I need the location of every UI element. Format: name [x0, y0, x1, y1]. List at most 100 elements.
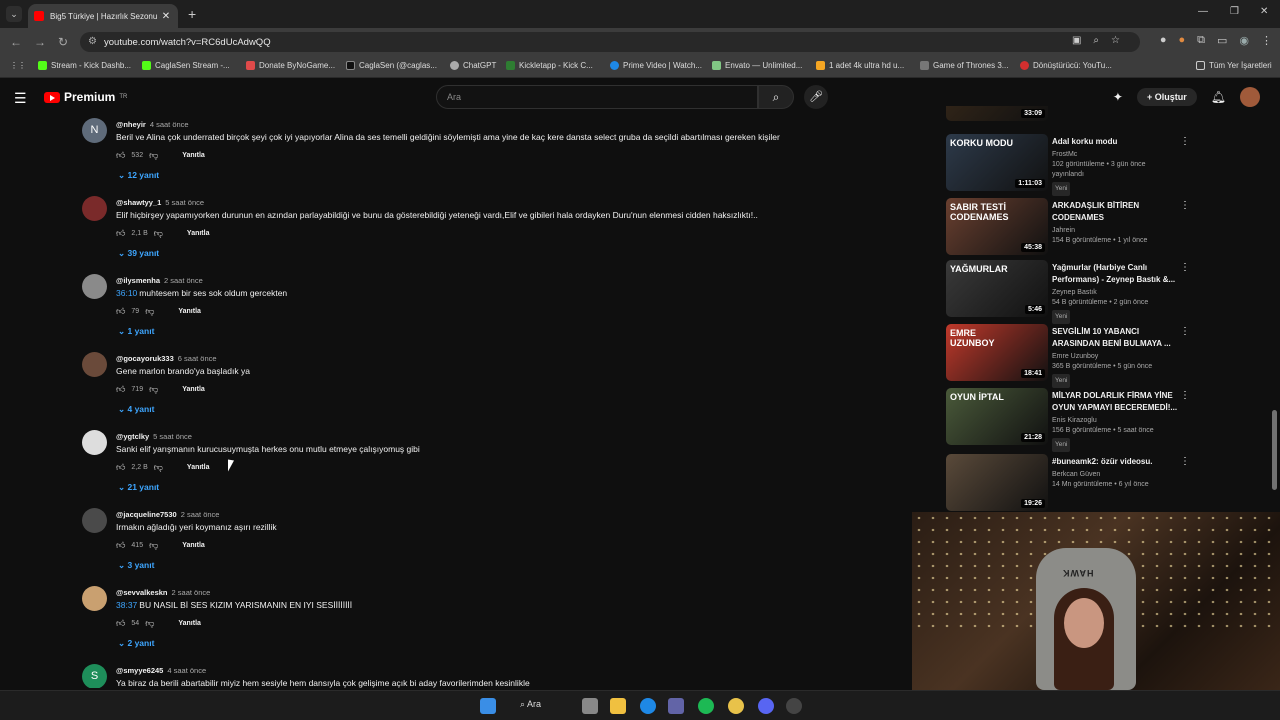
comment-time[interactable]: 4 saat önce: [150, 120, 189, 129]
comment-avatar[interactable]: [82, 508, 107, 533]
comment-author[interactable]: @sevvalkeskn: [116, 588, 168, 597]
like-icon[interactable]: 👍︎: [116, 150, 125, 161]
video-title[interactable]: #buneamk2: özür videosu.: [1052, 456, 1178, 468]
all-bookmarks[interactable]: Tüm Yer İşaretleri: [1196, 61, 1272, 70]
mic-icon[interactable]: 🎤︎: [804, 85, 828, 109]
reply-button[interactable]: Yanıtla: [187, 464, 210, 471]
site-info-icon[interactable]: ⚙: [88, 36, 97, 47]
related-video[interactable]: 33:0930 B görüntüleme • 1 gün önceYeni⋮: [946, 106, 1196, 124]
tab-active[interactable]: Big5 Türkiye | Hazırlık Sezonu 5 ✕: [28, 4, 178, 28]
scrollbar[interactable]: [1272, 410, 1277, 490]
split-icon[interactable]: ▭: [1217, 34, 1227, 47]
zoom-icon[interactable]: ⌕: [1093, 35, 1099, 46]
comment-avatar[interactable]: [82, 586, 107, 611]
comment-author[interactable]: @nheyir: [116, 120, 146, 129]
video-thumbnail[interactable]: YAĞMURLAR 5:46: [946, 260, 1048, 317]
reply-button[interactable]: Yanıtla: [187, 230, 210, 237]
related-video[interactable]: 19:26 #buneamk2: özür videosu. Berkcan Güv…: [946, 454, 1196, 512]
bookmark-item[interactable]: Donate ByNoGame...: [246, 61, 335, 70]
menu-icon[interactable]: ☰: [14, 90, 27, 107]
related-video[interactable]: KORKU MODU 1:11:03 Adal korku modu FrostMc 1…: [946, 134, 1196, 196]
video-more-icon[interactable]: ⋮: [1180, 456, 1190, 467]
dislike-icon[interactable]: 👎︎: [154, 228, 163, 239]
bookmark-item[interactable]: CaglaSen (@caglas...: [346, 61, 437, 70]
video-channel[interactable]: Zeynep Bastık: [1052, 288, 1178, 298]
video-thumbnail[interactable]: OYUN İPTAL 21:28: [946, 388, 1048, 445]
like-icon[interactable]: 👍︎: [116, 384, 125, 395]
task-view-icon[interactable]: [582, 698, 598, 714]
comment-timestamp-link[interactable]: 36:10: [116, 288, 137, 298]
video-thumbnail[interactable]: EMRE UZUNBOY 18:41: [946, 324, 1048, 381]
apps-icon[interactable]: ⋮⋮: [10, 61, 26, 70]
bookmark-item[interactable]: Kickletapp - Kick C...: [506, 61, 593, 70]
comment-time[interactable]: 5 saat önce: [153, 432, 192, 441]
reply-button[interactable]: Yanıtla: [182, 386, 205, 393]
reply-button[interactable]: Yanıtla: [178, 620, 201, 627]
video-title[interactable]: SEVGİLİM 10 YABANCI ARASINDAN BENİ BULMA…: [1052, 326, 1178, 350]
comment-timestamp-link[interactable]: 38:37: [116, 600, 137, 610]
reply-button[interactable]: Yanıtla: [182, 152, 205, 159]
spotify-icon[interactable]: [698, 698, 714, 714]
replies-toggle[interactable]: ⌄ 39 yanıt: [118, 248, 159, 259]
comment-avatar[interactable]: N: [82, 118, 107, 143]
quality-icon[interactable]: ✦: [1113, 90, 1123, 104]
bookmark-item[interactable]: Game of Thrones 3...: [920, 61, 1008, 70]
back-icon[interactable]: ←: [10, 35, 22, 49]
bookmark-item[interactable]: CaglaSen Stream -...: [142, 61, 230, 70]
bookmark-item[interactable]: Envato — Unlimited...: [712, 61, 802, 70]
notifications-bell-icon[interactable]: 🔔︎: [1211, 90, 1226, 104]
maximize-icon[interactable]: ❐: [1230, 6, 1239, 17]
related-video[interactable]: SABIR TESTİ CODENAMES 45:38 ARKADAŞLIK BİT…: [946, 198, 1196, 258]
chrome-icon[interactable]: [728, 698, 744, 714]
new-tab-icon[interactable]: +: [188, 6, 196, 22]
replies-toggle[interactable]: ⌄ 2 yanıt: [118, 638, 154, 649]
comment-author[interactable]: @ilysmenha: [116, 276, 160, 285]
forward-icon[interactable]: →: [34, 35, 46, 49]
comment-author[interactable]: @jacqueline7530: [116, 510, 177, 519]
comment-avatar[interactable]: [82, 196, 107, 221]
video-channel[interactable]: Emre Uzunboy: [1052, 352, 1178, 362]
dislike-icon[interactable]: 👎︎: [154, 462, 163, 473]
search-icon[interactable]: ⌕: [758, 85, 794, 109]
video-thumbnail[interactable]: KORKU MODU 1:11:03: [946, 134, 1048, 191]
like-icon[interactable]: 👍︎: [116, 306, 125, 317]
video-channel[interactable]: Enis Kirazoglu: [1052, 416, 1178, 426]
video-channel[interactable]: Berkcan Güven: [1052, 470, 1178, 480]
video-channel[interactable]: FrostMc: [1052, 150, 1178, 160]
discord-icon[interactable]: [758, 698, 774, 714]
tab-close-icon[interactable]: ✕: [160, 11, 172, 22]
comment-author[interactable]: @gocayoruk333: [116, 354, 174, 363]
video-thumbnail[interactable]: 19:26: [946, 454, 1048, 511]
comment-avatar[interactable]: [82, 430, 107, 455]
tab-search-icon[interactable]: ⌄: [6, 6, 22, 22]
like-icon[interactable]: 👍︎: [116, 462, 125, 473]
reply-button[interactable]: Yanıtla: [178, 308, 201, 315]
comment-avatar[interactable]: S: [82, 664, 107, 688]
bookmark-item[interactable]: Prime Video | Watch...: [610, 61, 702, 70]
reply-button[interactable]: Yanıtla: [182, 542, 205, 549]
bookmark-item[interactable]: 1 adet 4k ultra hd u...: [816, 61, 904, 70]
youtube-logo[interactable]: Premium TR: [44, 90, 127, 104]
dislike-icon[interactable]: 👎︎: [149, 150, 158, 161]
avatar[interactable]: [1240, 87, 1260, 107]
video-thumbnail[interactable]: 33:09: [946, 106, 1048, 121]
extension-icon-2[interactable]: ●: [1178, 34, 1185, 47]
dislike-icon[interactable]: 👎︎: [145, 306, 154, 317]
cast-icon[interactable]: ▣: [1072, 35, 1081, 46]
video-channel[interactable]: Jahrein: [1052, 226, 1178, 236]
comment-avatar[interactable]: [82, 274, 107, 299]
dislike-icon[interactable]: 👎︎: [149, 384, 158, 395]
replies-toggle[interactable]: ⌄ 21 yanıt: [118, 482, 159, 493]
comment-time[interactable]: 6 saat önce: [178, 354, 217, 363]
comment-author[interactable]: @shawtyy_1: [116, 198, 161, 207]
chrome-menu-icon[interactable]: ⋮: [1261, 34, 1272, 47]
window-close-icon[interactable]: ✕: [1260, 6, 1268, 17]
video-more-icon[interactable]: ⋮: [1180, 262, 1190, 273]
bookmark-item[interactable]: Stream - Kick Dashb...: [38, 61, 131, 70]
comment-author[interactable]: @ygtclky: [116, 432, 149, 441]
comment-time[interactable]: 2 saat önce: [181, 510, 220, 519]
video-title[interactable]: Adal korku modu: [1052, 136, 1178, 148]
like-icon[interactable]: 👍︎: [116, 618, 125, 629]
edge-icon[interactable]: [640, 698, 656, 714]
video-more-icon[interactable]: ⋮: [1180, 136, 1190, 147]
